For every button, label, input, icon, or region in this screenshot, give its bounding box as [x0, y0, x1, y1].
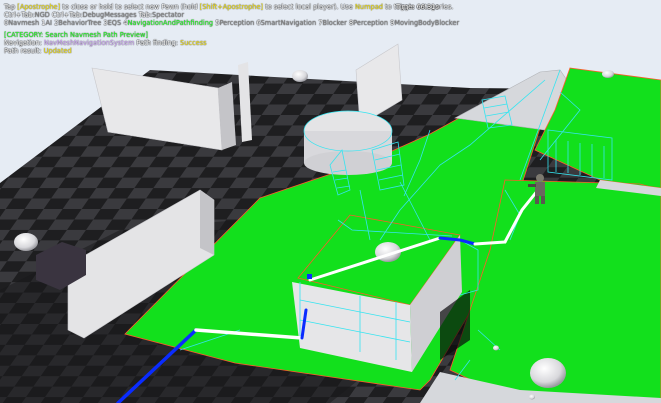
hud-line-shortcuts: Ctrl+Tab:NGD Ctrl+Tab:DebugMessages Tab:…	[4, 11, 185, 19]
hud-category-list: 0Navmesh 1AI 2BehaviorTree 3EQS 4Navigat…	[4, 19, 459, 27]
hud-navigation-info: Navigation: NavMeshNavigationSystem Path…	[4, 39, 207, 47]
hud-path-result: Path result: Updated	[4, 47, 72, 55]
debug-hud: Tap [Apostrophe] to close or hold to sel…	[0, 0, 661, 60]
category-toggle-smartnavigation[interactable]: SmartNavigation	[261, 19, 317, 27]
game-viewport[interactable]: Tap [Apostrophe] to close or hold to sel…	[0, 0, 661, 403]
cylinder-bottom	[304, 151, 392, 175]
category-toggle-blocker[interactable]: Blocker	[322, 19, 346, 27]
hud-category-header: [CATEGORY: Search Navmesh Path Preview]	[4, 31, 148, 39]
wall-left-front-side	[200, 190, 214, 255]
hud-line-instructions: Tap [Apostrophe] to close or hold to sel…	[4, 3, 454, 11]
category-toggle-ai[interactable]: AI	[46, 19, 52, 27]
category-toggle-movingbodyblocker[interactable]: MovingBodyBlocker	[394, 19, 459, 27]
level-scene	[0, 0, 661, 403]
hud-timer: Time: 66.31s	[396, 3, 439, 11]
category-toggle-navmesh[interactable]: Navmesh	[8, 19, 39, 27]
category-toggle-eqs[interactable]: EQS	[108, 19, 122, 27]
category-toggle-perception[interactable]: Perception	[219, 19, 254, 27]
category-toggle-perception[interactable]: Perception	[353, 19, 388, 27]
category-toggle-behaviortree[interactable]: BehaviorTree	[58, 19, 101, 27]
category-toggle-navigationandpathfinding[interactable]: NavigationAndPathfinding	[127, 19, 213, 27]
